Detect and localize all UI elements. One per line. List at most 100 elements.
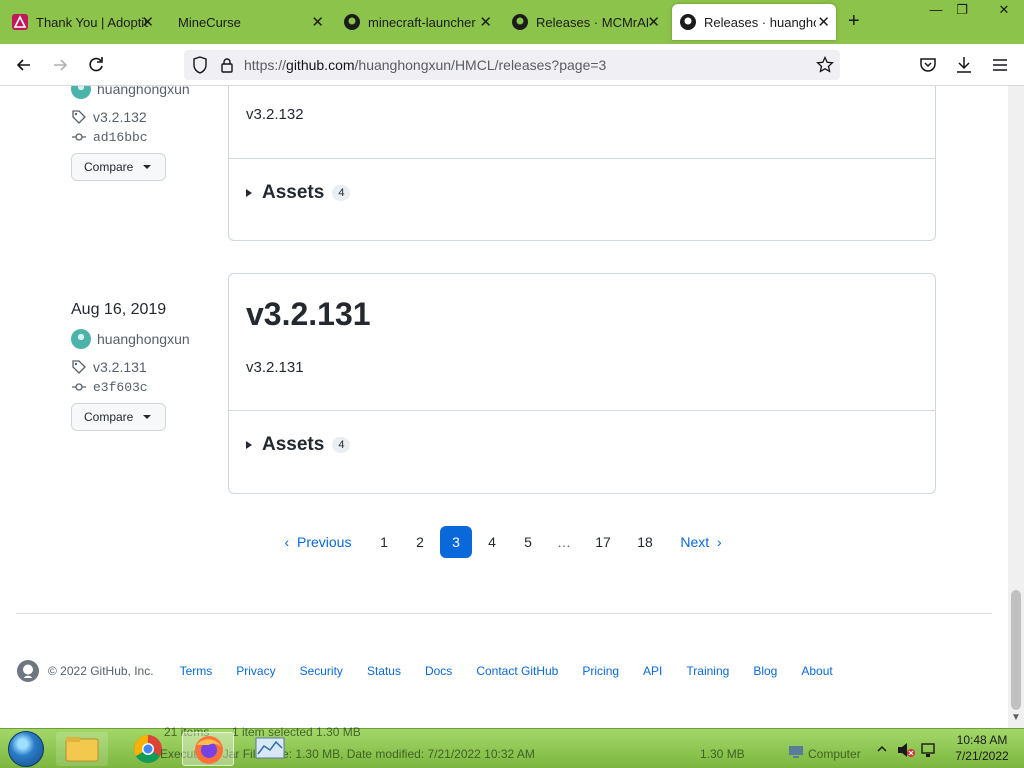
firefox-taskbar-button[interactable] (182, 732, 234, 766)
release-tag[interactable]: v3.2.132 (71, 109, 190, 125)
disclosure-triangle-icon (246, 441, 252, 449)
footer-link-blog[interactable]: Blog (753, 664, 777, 678)
tab-releases-mcmrarm[interactable]: Releases · MCMrARM ✕ (504, 4, 666, 40)
network-icon[interactable] (920, 741, 938, 759)
release-tag[interactable]: v3.2.131 (71, 359, 190, 375)
releases-page: huanghongxun v3.2.132 ad16bbc Compare v3… (0, 86, 1008, 728)
pagination-next[interactable]: Next › (670, 526, 732, 558)
commit-hash[interactable]: e3f603c (93, 380, 148, 395)
page-current-3[interactable]: 3 (440, 526, 472, 558)
chevron-down-icon (143, 415, 152, 419)
tab-title: Releases · huanghongxun (704, 14, 816, 30)
page-link-1[interactable]: 1 (368, 526, 400, 558)
footer-link-pricing[interactable]: Pricing (582, 664, 619, 678)
page-link-2[interactable]: 2 (404, 526, 436, 558)
page-link-4[interactable]: 4 (476, 526, 508, 558)
release-commit[interactable]: ad16bbc (71, 129, 190, 145)
tab-releases-huanghongxun[interactable]: Releases · huanghongxun ✕ (672, 4, 836, 40)
footer-link-privacy[interactable]: Privacy (236, 664, 275, 678)
release-body: v3.2.132 (246, 106, 304, 123)
footer-link-docs[interactable]: Docs (425, 664, 452, 678)
close-icon[interactable]: ✕ (141, 13, 154, 31)
footer-link-terms[interactable]: Terms (180, 664, 213, 678)
reload-icon[interactable] (85, 54, 107, 76)
system-clock[interactable]: 10:48 AM 7/21/2022 (942, 732, 1022, 764)
tab-adoptium[interactable]: Thank You | Adoptium ✕ (4, 4, 160, 40)
release-card: v3.2.132 Assets 4 (228, 86, 936, 241)
clock-time: 10:48 AM (956, 733, 1008, 747)
commit-hash[interactable]: ad16bbc (93, 130, 148, 145)
forward-arrow-icon[interactable] (49, 54, 71, 76)
close-window-button[interactable]: ✕ (990, 2, 1018, 18)
minimize-button[interactable]: — (922, 2, 950, 17)
author-name[interactable]: huanghongxun (97, 86, 190, 97)
release-commit[interactable]: e3f603c (71, 379, 190, 395)
new-tab-button[interactable]: + (848, 10, 860, 33)
bookmark-star-icon[interactable] (816, 56, 834, 74)
start-button[interactable] (8, 731, 44, 767)
restore-button[interactable]: ❐ (948, 2, 976, 18)
release-author[interactable]: huanghongxun (71, 86, 190, 99)
back-arrow-icon[interactable] (13, 54, 35, 76)
footer-link-about[interactable]: About (801, 664, 832, 678)
page-link-17[interactable]: 17 (587, 526, 619, 558)
tab-minecraft-launcher[interactable]: minecraft-launcher · GitHub ✕ (336, 4, 498, 40)
close-icon[interactable]: ✕ (479, 13, 492, 31)
url-text[interactable]: https://github.com/huanghongxun/HMCL/rel… (244, 57, 606, 73)
close-icon[interactable]: ✕ (817, 13, 830, 31)
assets-label[interactable]: Assets (262, 182, 324, 204)
close-icon[interactable]: ✕ (311, 13, 324, 31)
footer-link-api[interactable]: API (643, 664, 662, 678)
close-icon[interactable]: ✕ (647, 13, 660, 31)
pagination-ellipsis: … (557, 534, 571, 550)
download-icon[interactable] (953, 54, 975, 76)
assets-label[interactable]: Assets (262, 434, 324, 456)
author-name[interactable]: huanghongxun (97, 331, 190, 347)
pagination-previous[interactable]: ‹ Previous (276, 526, 360, 558)
footer-link-contact[interactable]: Contact GitHub (476, 664, 558, 678)
pocket-icon[interactable] (917, 54, 939, 76)
tray-expand-icon[interactable] (876, 743, 888, 755)
footer-link-status[interactable]: Status (367, 664, 401, 678)
release-author[interactable]: huanghongxun (71, 329, 190, 349)
commit-icon (72, 133, 86, 141)
url-bar[interactable]: https://github.com/huanghongxun/HMCL/rel… (184, 50, 840, 80)
compare-button[interactable]: Compare (71, 153, 166, 181)
shield-icon[interactable] (192, 56, 208, 74)
page-link-18[interactable]: 18 (629, 526, 661, 558)
firefox-icon (195, 736, 223, 764)
avatar (71, 86, 91, 99)
avatar (71, 329, 91, 349)
tag-icon (72, 360, 86, 374)
github-icon (344, 14, 360, 30)
assets-toggle[interactable]: Assets 4 (246, 434, 351, 456)
footer-divider (16, 613, 992, 614)
monitor-chart-icon (255, 737, 285, 759)
status-location: Computer (808, 747, 861, 761)
site-footer: © 2022 GitHub, Inc. Terms Privacy Securi… (16, 659, 996, 683)
scroll-down-arrow-icon[interactable]: ▼ (1011, 712, 1021, 723)
tag-label[interactable]: v3.2.131 (93, 359, 147, 375)
previous-label: Previous (296, 534, 352, 550)
tag-label[interactable]: v3.2.132 (93, 109, 147, 125)
explorer-taskbar-button[interactable] (56, 732, 108, 766)
lock-icon[interactable] (220, 57, 234, 73)
release-date: Aug 16, 2019 (71, 301, 167, 318)
volume-muted-icon[interactable] (896, 741, 916, 759)
taskbar: 21 items 1 item selected 1.30 MB Executa… (0, 725, 1024, 768)
footer-link-training[interactable]: Training (686, 664, 729, 678)
release-title[interactable]: v3.2.131 (246, 296, 371, 333)
compare-button[interactable]: Compare (71, 403, 166, 431)
scrollbar-thumb[interactable] (1011, 590, 1021, 710)
menu-icon[interactable] (989, 54, 1011, 76)
assets-toggle[interactable]: Assets 4 (246, 182, 351, 204)
disclosure-triangle-icon (246, 189, 252, 197)
page-link-5[interactable]: 5 (512, 526, 544, 558)
page-scrollbar[interactable]: ▼ (1008, 86, 1024, 728)
pagination: ‹ Previous 1 2 3 4 5 … 17 18 Next › (0, 526, 1008, 558)
adoptium-icon (12, 14, 28, 30)
github-logo-icon[interactable] (16, 659, 40, 683)
tab-minecurse[interactable]: MineCurse ✕ (170, 4, 330, 40)
footer-link-security[interactable]: Security (300, 664, 343, 678)
app-taskbar-button[interactable] (244, 732, 296, 766)
